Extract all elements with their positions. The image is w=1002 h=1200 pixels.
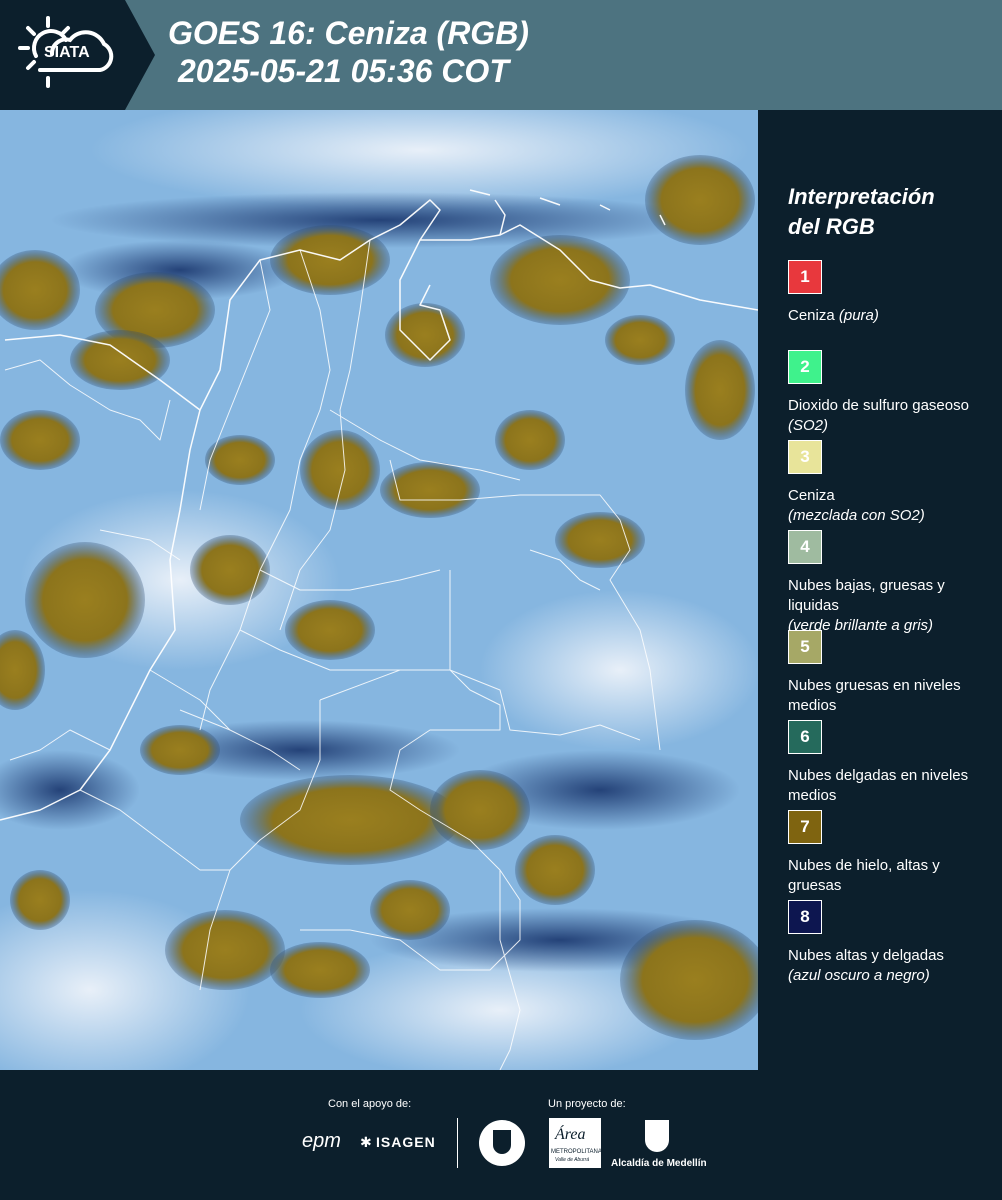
legend-label: Nubes altas y delgadas (azul oscuro a neg… bbox=[788, 947, 944, 984]
siata-logo[interactable]: SIATA bbox=[0, 0, 155, 110]
legend-swatch: 4 bbox=[788, 530, 822, 564]
partner-medellin[interactable]: Alcaldía de Medellín bbox=[611, 1158, 707, 1169]
support-label: Con el apoyo de: bbox=[328, 1098, 412, 1110]
legend-title-line1: Interpretación bbox=[788, 184, 935, 209]
legend-title-line2: del RGB bbox=[788, 214, 875, 239]
legend-item-7: 7 Nubes de hielo, altas y gruesas bbox=[788, 810, 993, 896]
title-product: GOES 16: Ceniza (RGB) bbox=[168, 15, 529, 51]
legend-item-2: 2 Dioxido de sulfuro gaseoso (SO2) bbox=[788, 350, 993, 436]
partner-valle: Valle de Aburrá bbox=[555, 1157, 590, 1163]
legend-item-1: 1 Ceniza (pura) bbox=[788, 260, 993, 326]
footer: Con el apoyo de: Un proyecto de: epm ✱ I… bbox=[0, 1070, 1002, 1200]
legend-swatch: 2 bbox=[788, 350, 822, 384]
footer-divider bbox=[457, 1118, 458, 1168]
legend-item-3: 3 Ceniza (mezclada con SO2) bbox=[788, 440, 993, 526]
legend-item-6: 6 Nubes delgadas en niveles medios bbox=[788, 720, 993, 806]
legend-label: Nubes bajas, gruesas y liquidas (verde br… bbox=[788, 577, 945, 634]
project-label: Un proyecto de: bbox=[548, 1098, 626, 1110]
legend-swatch: 6 bbox=[788, 720, 822, 754]
legend-label: Ceniza (pura) bbox=[788, 307, 879, 324]
sponsor-epm[interactable]: epm bbox=[302, 1130, 341, 1153]
medellin-shield-icon bbox=[645, 1120, 669, 1152]
isagen-icon: ✱ bbox=[360, 1134, 372, 1150]
logo-text: SIATA bbox=[44, 44, 90, 61]
legend-item-8: 8 Nubes altas y delgadas (azul oscuro a ne… bbox=[788, 900, 993, 986]
legend-swatch: 8 bbox=[788, 900, 822, 934]
legend-label: Nubes de hielo, altas y gruesas bbox=[788, 857, 940, 894]
map-canvas bbox=[0, 110, 758, 1070]
legend-label: Ceniza (mezclada con SO2) bbox=[788, 487, 925, 524]
page-title: GOES 16: Ceniza (RGB) 2025-05-21 05:36 C… bbox=[168, 14, 529, 90]
legend-label: Nubes gruesas en niveles medios bbox=[788, 677, 961, 714]
title-timestamp: 2025-05-21 05:36 COT bbox=[178, 53, 509, 89]
legend-item-4: 4 Nubes bajas, gruesas y liquidas (verde b… bbox=[788, 530, 993, 636]
sponsor-isagen[interactable]: ISAGEN bbox=[376, 1134, 436, 1150]
partner-metropolitana: METROPOLITANA bbox=[551, 1149, 602, 1155]
legend-label: Nubes delgadas en niveles medios bbox=[788, 767, 969, 804]
area-metropolitana-logo[interactable]: Área METROPOLITANA Valle de Aburrá bbox=[549, 1118, 602, 1168]
legend-swatch: 5 bbox=[788, 630, 822, 664]
legend-panel: Interpretación del RGB 1 Ceniza (pura) 2 Di… bbox=[760, 110, 1002, 1070]
legend-swatch: 3 bbox=[788, 440, 822, 474]
legend-title: Interpretación del RGB bbox=[788, 182, 935, 242]
satellite-map[interactable] bbox=[0, 110, 758, 1070]
legend-item-5: 5 Nubes gruesas en niveles medios bbox=[788, 630, 993, 716]
seal-icon[interactable] bbox=[479, 1120, 525, 1166]
header-bar: SIATA GOES 16: Ceniza (RGB) 2025-05-21 0… bbox=[0, 0, 1002, 110]
legend-swatch: 7 bbox=[788, 810, 822, 844]
legend-swatch: 1 bbox=[788, 260, 822, 294]
legend-label: Dioxido de sulfuro gaseoso (SO2) bbox=[788, 397, 969, 434]
